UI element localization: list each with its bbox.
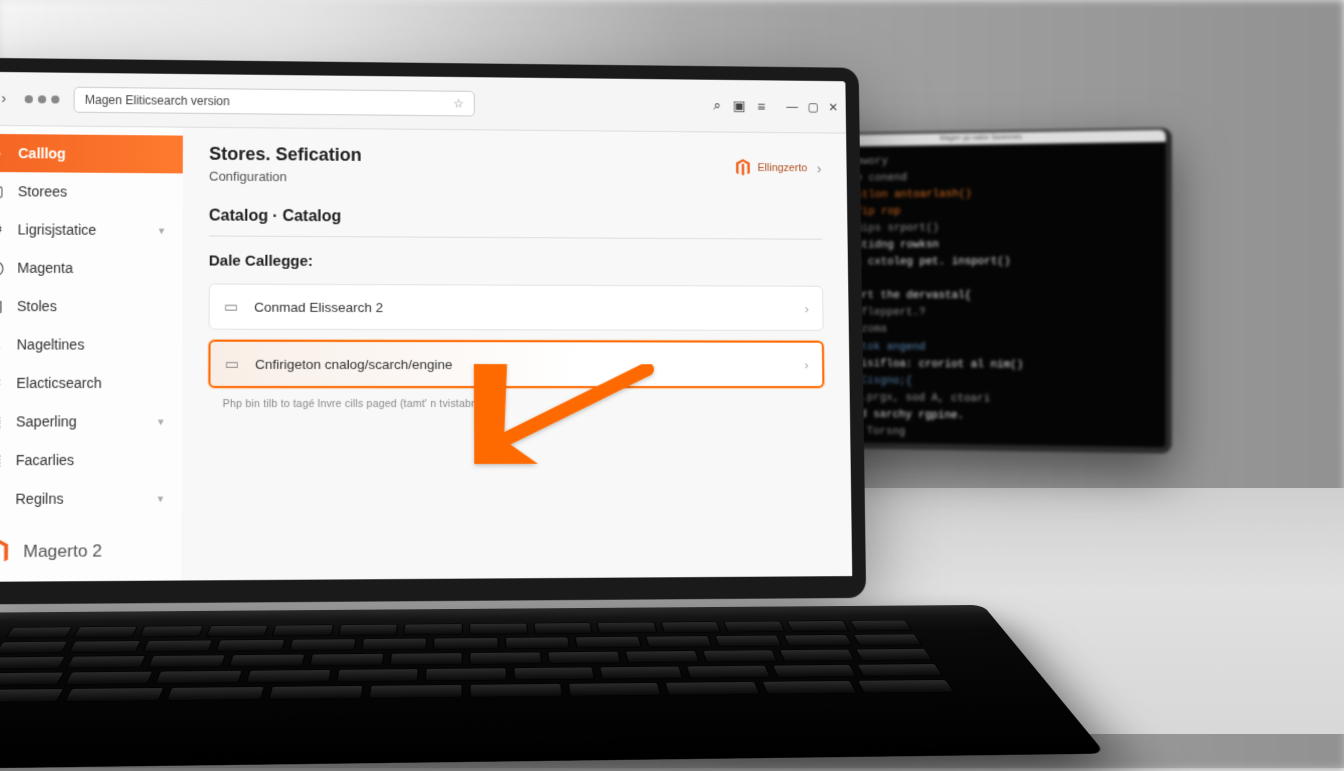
date-heading: Dale Callegge: — [209, 252, 823, 272]
config-row-label: Cnfirigeton cnalog/scarch/engine — [255, 356, 453, 371]
sales-icon: ▦ — [0, 297, 5, 315]
chevron-down-icon: ▾ — [159, 224, 165, 237]
address-text: Magen Eliticsearch version — [85, 92, 230, 107]
catalog-heading: Catalog · Catalog — [209, 208, 823, 240]
main-laptop: ‹ › Magen Eliticsearch version ☆ ⌕ ▣ ≡ —… — [0, 58, 956, 729]
camera-notch — [355, 66, 474, 77]
stores-subtitle: Configuration — [209, 169, 362, 185]
forward-icon[interactable]: › — [0, 87, 11, 110]
sidebar-item-label: Elacticsearch — [16, 375, 102, 391]
chevron-right-icon: › — [804, 301, 808, 316]
brand-logo-icon — [734, 159, 752, 177]
browser-chrome: ‹ › Magen Eliticsearch version ☆ ⌕ ▣ ≡ —… — [0, 72, 846, 134]
config-row-0[interactable]: ▭ Conmad Elissearch 2 › — [209, 284, 824, 331]
notifications-icon: ✎ — [0, 335, 4, 353]
sidebar-item-4[interactable]: ▦ Stoles — [0, 287, 182, 326]
sidebar-item-1[interactable]: ▢ Storees — [0, 172, 183, 212]
laptop-keyboard — [0, 605, 1105, 771]
bookmark-icon[interactable]: ☆ — [453, 96, 464, 110]
search-icon[interactable]: ⌕ — [713, 97, 721, 114]
sidebar-item-label: Regilns — [15, 490, 63, 506]
sidebar: ◑ Calllog ▢ Storees ⚙ Ligrisjstatice ▾ ◯ Magenta… — [0, 126, 183, 582]
sidebar-footer-text: Magerto 2 — [23, 541, 102, 562]
main-content: Stores. Sefication Configuration Ellingz… — [181, 128, 852, 581]
sidebar-item-label: Nageltines — [17, 336, 85, 352]
sidebar-item-9[interactable]: ❖ Regilns ▾ — [0, 479, 182, 518]
sidebar-item-label: Ligrisjstatice — [17, 221, 96, 238]
magento-logo-icon — [0, 539, 11, 566]
sidebar-item-label: Storees — [18, 183, 67, 199]
regions-icon: ❖ — [0, 490, 3, 508]
sidebar-item-label: Calllog — [18, 145, 66, 161]
sidebar-item-label: Stoles — [17, 298, 57, 314]
document-icon: ▭ — [224, 298, 242, 316]
facilities-icon: ⬚ — [0, 451, 3, 469]
chevron-down-icon: ▾ — [158, 492, 164, 505]
laptop-screen: ‹ › Magen Eliticsearch version ☆ ⌕ ▣ ≡ —… — [0, 58, 866, 605]
config-hint-text: Php bin tilb to tagé lnvre cills paged (… — [208, 398, 824, 410]
clipboard-icon[interactable]: ▣ — [733, 98, 746, 115]
sidebar-item-5[interactable]: ✎ Nageltines — [0, 325, 182, 364]
brand-chevron-icon[interactable]: › — [817, 161, 822, 177]
stores-icon: ▢ — [0, 182, 6, 200]
config-icon: ⚙ — [0, 220, 5, 238]
sidebar-item-6[interactable]: ✱ Elacticsearch — [0, 364, 182, 403]
sidebar-item-3[interactable]: ◯ Magenta — [0, 248, 183, 287]
chevron-down-icon: ▾ — [158, 415, 164, 428]
sidebar-item-0[interactable]: ◑ Calllog — [0, 134, 183, 174]
document-icon: ▭ — [225, 355, 243, 373]
sidebar-item-7[interactable]: ⎘ Saperling ▾ — [0, 402, 182, 441]
sidebar-item-label: Magenta — [17, 260, 73, 276]
magenta-icon: ◯ — [0, 258, 5, 276]
sidebar-item-2[interactable]: ⚙ Ligrisjstatice ▾ — [0, 210, 183, 249]
sidebar-item-label: Facarlies — [16, 452, 75, 468]
maximize-icon[interactable]: ▢ — [808, 100, 819, 114]
catalog-icon: ◑ — [0, 144, 6, 162]
app-root: ◑ Calllog ▢ Storees ⚙ Ligrisjstatice ▾ ◯ Magenta… — [0, 126, 852, 582]
close-icon[interactable]: ✕ — [828, 100, 838, 114]
address-bar[interactable]: Magen Eliticsearch version ☆ — [74, 86, 475, 116]
search-icon: ✱ — [0, 374, 4, 392]
sidebar-item-8[interactable]: ⬚ Facarlies — [0, 440, 182, 479]
sidebar-footer: Magerto 2 — [0, 517, 182, 596]
config-row-label: Conmad Elissearch 2 — [254, 299, 383, 314]
traffic-lights — [25, 95, 60, 103]
stores-title: Stores. Sefication — [209, 144, 362, 166]
reports-icon: ⎘ — [0, 412, 4, 430]
chevron-right-icon: › — [804, 357, 808, 372]
minimize-icon[interactable]: — — [786, 100, 798, 114]
sidebar-item-label: Saperling — [16, 413, 77, 429]
brand-label: Ellingzerto — [757, 162, 807, 174]
brand-badge: Ellingzerto — [734, 159, 807, 177]
menu-icon[interactable]: ≡ — [757, 98, 765, 114]
config-row-1[interactable]: ▭ Cnfirigeton cnalog/scarch/engine › — [208, 340, 824, 388]
